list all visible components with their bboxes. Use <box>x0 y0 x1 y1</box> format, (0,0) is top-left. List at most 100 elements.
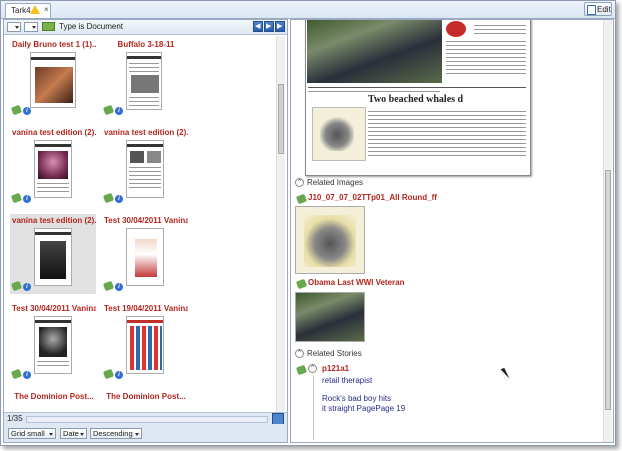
content-check-icon <box>102 104 115 116</box>
page-thumbnail <box>30 52 76 108</box>
chevron-down-icon <box>15 26 19 29</box>
item-title: Test 30/04/2011 Vanina... <box>104 216 188 225</box>
next-button[interactable]: ▶ <box>275 21 285 32</box>
info-icon[interactable]: i <box>23 371 31 379</box>
chevron-down-icon <box>135 433 139 436</box>
grid-scrollbar[interactable] <box>276 36 285 426</box>
related-image-thumbnail[interactable] <box>295 206 365 274</box>
content-check-icon <box>10 192 23 204</box>
related-images-header[interactable]: ^ Related Images <box>295 178 364 188</box>
item-title: Test 30/04/2011 Vanina... <box>12 304 96 313</box>
view-mode-select[interactable]: Grid small <box>8 428 56 439</box>
grid-item[interactable]: Buffalo 3-18-11 i <box>102 38 188 118</box>
tab-label: Tark4 <box>11 6 31 15</box>
sort-order-select[interactable]: Descending <box>90 428 142 439</box>
info-icon[interactable]: i <box>23 107 31 115</box>
story-line: retail therapist <box>322 376 373 385</box>
chevron-down-icon <box>32 26 36 29</box>
collapse-chevron-icon[interactable]: ^ <box>295 349 304 359</box>
chevron-down-icon <box>80 433 84 436</box>
document-browser-panel: Type is Document ◀ ▶ ▶ Daily Bruno test … <box>3 19 288 443</box>
content-check-icon <box>102 368 115 380</box>
related-image-thumbnail[interactable] <box>295 292 365 342</box>
sort-order-label: Descending <box>93 429 133 438</box>
edit-icon <box>587 5 596 15</box>
collapse-chevron-icon[interactable]: ^ <box>295 178 304 188</box>
scrollbar-thumb[interactable] <box>278 84 284 154</box>
grid-item[interactable]: Daily Bruno test 1 (1)... i <box>10 38 96 118</box>
page-thumbnail <box>126 316 164 374</box>
content-check-icon <box>10 280 23 292</box>
page-thumbnail <box>126 140 164 198</box>
related-stories-header[interactable]: ^ Related Stories <box>295 349 362 359</box>
prev-button[interactable]: ◀ <box>253 21 263 32</box>
arrow-left-icon: ◀ <box>255 23 261 30</box>
related-images-label: Related Images <box>307 178 364 187</box>
page-thumbnail <box>34 140 72 198</box>
document-type-icon <box>42 22 55 31</box>
edit-label: Edit <box>597 5 611 14</box>
collapse-chevron-icon[interactable]: ^ <box>308 364 317 374</box>
grid-item[interactable]: vanina test edition (2)... i <box>102 126 188 206</box>
related-image-title[interactable]: Obama Last WWI Veteran <box>308 278 404 287</box>
arrow-right-icon: ▶ <box>266 23 272 30</box>
page-thumbnail <box>34 228 72 286</box>
preview-panel: Two beached whales d ^ Related Images J10… <box>290 19 614 443</box>
item-title: Buffalo 3-18-11 <box>117 40 175 49</box>
tab-bar: Tark4 × Edit <box>1 1 615 19</box>
view-dropdown[interactable] <box>7 22 21 32</box>
list-toggle-button[interactable]: ▶ <box>264 21 274 32</box>
story-line: it straight PagePage 19 <box>322 404 406 413</box>
filter-dropdown[interactable] <box>24 22 38 32</box>
page-thumbnail <box>126 228 164 286</box>
sort-footer: Grid small Date Descending <box>4 424 287 442</box>
grid-item-selected[interactable]: vanina test edition (2)... i <box>10 214 96 294</box>
item-title: vanina test edition (2)... <box>12 128 96 137</box>
app-window: Tark4 × Edit Type is Document ◀ ▶ ▶ Dail… <box>0 0 616 446</box>
warning-triangle-icon <box>30 5 40 14</box>
info-icon[interactable]: i <box>115 371 123 379</box>
tab-tark4[interactable]: Tark4 × <box>5 3 51 18</box>
edit-button[interactable]: Edit <box>584 2 612 16</box>
filter-toolbar: Type is Document ◀ ▶ ▶ <box>4 20 287 35</box>
item-title: The Dominion Post... <box>14 392 94 401</box>
info-icon[interactable]: i <box>115 107 123 115</box>
close-icon[interactable]: × <box>44 5 49 14</box>
item-title: The Dominion Post... <box>106 392 186 401</box>
item-title: Daily Bruno test 1 (1)... <box>12 40 96 49</box>
view-mode-label: Grid small <box>11 429 45 438</box>
info-icon[interactable]: i <box>115 195 123 203</box>
chevron-down-icon <box>49 433 53 436</box>
preview-headline: Two beached whales d <box>368 94 464 105</box>
page-preview: Two beached whales d <box>305 20 531 176</box>
item-count: 1/35 <box>7 414 23 423</box>
progress-bar <box>26 416 268 423</box>
page-thumbnail <box>34 316 72 374</box>
document-grid: Daily Bruno test 1 (1)... i Buffalo 3-18… <box>6 36 276 426</box>
preview-scrollbar[interactable] <box>603 20 612 442</box>
info-icon[interactable]: i <box>115 283 123 291</box>
page-thumbnail <box>126 52 162 110</box>
info-icon[interactable]: i <box>23 195 31 203</box>
content-check-icon <box>102 280 115 292</box>
content-check-icon <box>10 104 23 116</box>
related-stories-label: Related Stories <box>307 349 362 358</box>
content-check-icon <box>10 368 23 380</box>
filter-title: Type is Document <box>59 22 124 31</box>
info-icon[interactable]: i <box>23 283 31 291</box>
grid-item[interactable]: vanina test edition (2)... i <box>10 126 96 206</box>
scrollbar-thumb[interactable] <box>605 170 611 410</box>
sort-field-select[interactable]: Date <box>60 428 87 439</box>
content-check-icon <box>295 278 308 290</box>
content-check-icon <box>295 364 308 376</box>
related-image-title[interactable]: J10_07_07_02TTp01_All Round_ff <box>308 193 437 202</box>
item-title: vanina test edition (2)... <box>104 128 188 137</box>
grid-item[interactable]: Test 30/04/2011 Vanina... i <box>10 302 96 382</box>
grid-item[interactable]: Test 19/04/2011 Vanina... i <box>102 302 188 382</box>
story-title[interactable]: p121a1 <box>322 364 349 373</box>
arrow-right-icon: ▶ <box>277 23 283 30</box>
item-title: Test 19/04/2011 Vanina... <box>104 304 188 313</box>
content-check-icon <box>295 193 308 205</box>
story-collapse[interactable]: ^ <box>308 364 320 374</box>
grid-item[interactable]: Test 30/04/2011 Vanina... i <box>102 214 188 294</box>
